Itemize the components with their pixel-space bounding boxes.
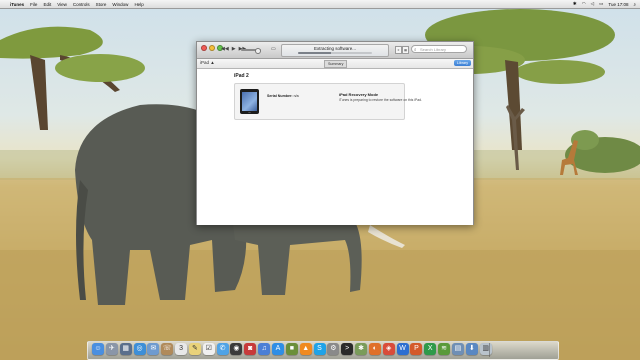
messages-icon[interactable]: ✆ <box>216 343 229 355</box>
notes-icon[interactable]: ✎ <box>188 343 201 355</box>
facetime-icon[interactable]: ◉ <box>230 343 243 355</box>
skype-icon[interactable]: S <box>313 343 326 355</box>
activity-monitor-icon[interactable]: ✱ <box>355 343 368 355</box>
menu-extras: ✱ ◠ ◁ ▭ Tue 17:08 ⌕ <box>568 1 640 7</box>
search-placeholder: Search Library <box>420 47 447 52</box>
system-preferences-icon[interactable]: ⚙ <box>327 343 340 355</box>
app-store-icon[interactable]: A <box>271 343 284 355</box>
menu-store[interactable]: Store <box>96 2 107 7</box>
menu-edit[interactable]: Edit <box>43 2 51 7</box>
volume-slider[interactable] <box>241 47 261 54</box>
menu-clock[interactable]: Tue 17:08 <box>608 2 628 7</box>
window-titlebar[interactable]: ◀◀ ▶ ▶▶ ▭ Extracting software... ≡ ▦ ⌕ S… <box>197 42 473 59</box>
mission-control-icon[interactable]: ▦ <box>119 343 132 355</box>
device-summary: iPad 2 Serial Number: n/a iPad Recovery … <box>197 69 473 225</box>
menu-controls[interactable]: Controls <box>73 2 90 7</box>
itunes-icon[interactable]: ♫ <box>258 343 271 355</box>
terminal-icon[interactable]: > <box>341 343 354 355</box>
view-list-icon[interactable]: ≡ <box>395 46 402 54</box>
reminders-icon[interactable]: ☑ <box>202 343 215 355</box>
device-button[interactable]: iPad ▲ <box>200 60 215 65</box>
wifi-icon[interactable]: ◠ <box>582 1 586 7</box>
device-tabs: Summary <box>324 60 348 68</box>
volume-icon[interactable]: ◁ <box>591 1 594 7</box>
view-grid-icon[interactable]: ▦ <box>402 46 409 54</box>
battery-icon[interactable]: ▭ <box>599 1 603 7</box>
itunes-window: ◀◀ ▶ ▶▶ ▭ Extracting software... ≡ ▦ ⌕ S… <box>196 41 474 225</box>
ipad-icon <box>240 89 259 114</box>
close-button[interactable] <box>201 45 207 51</box>
powerpoint-icon[interactable]: P <box>410 343 423 355</box>
downloads-icon[interactable]: ⬇ <box>465 343 478 355</box>
launchpad-icon[interactable]: ✈ <box>105 343 118 355</box>
airplay-icon[interactable]: ▭ <box>271 46 276 52</box>
spotify-icon[interactable]: ≋ <box>438 343 451 355</box>
device-toolbar: iPad ▲ Summary Library <box>197 59 473 69</box>
menu-file[interactable]: File <box>30 2 37 7</box>
dock-separator <box>489 343 490 357</box>
play-icon[interactable]: ▶ <box>232 46 236 52</box>
menu-help[interactable]: Help <box>134 2 143 7</box>
extract-progress-fill <box>298 52 332 54</box>
calendar-icon[interactable]: 3 <box>175 343 188 355</box>
firefox-icon[interactable]: ◐ <box>368 343 381 355</box>
photo-booth-icon[interactable]: ◙ <box>244 343 257 355</box>
device-info-panel: Serial Number: n/a iPad Recovery Mode iT… <box>234 83 422 120</box>
status-display: Extracting software... <box>281 44 389 57</box>
page-title: iPad 2 <box>234 73 249 79</box>
serial-label: Serial Number: <box>267 94 293 98</box>
dock: ☺ ✈ ▦ ◎ ✉ ☏ 3 ✎ ☑ ✆ ◉ ◙ ♫ A ■ ▲ S ⚙ > ✱ ◐ ◈ W P X ≋ ▤ ⬇ ▥ <box>87 341 559 360</box>
minecraft-icon[interactable]: ■ <box>285 343 298 355</box>
status-text: Extracting software... <box>313 46 357 51</box>
bluetooth-icon[interactable]: ✱ <box>573 1 577 7</box>
extract-progress-bar <box>298 52 372 54</box>
ipad-screen <box>242 92 257 111</box>
safari-icon[interactable]: ◎ <box>133 343 146 355</box>
library-button[interactable]: Library <box>454 60 471 66</box>
dock-icon-row: ☺ ✈ ▦ ◎ ✉ ☏ 3 ✎ ☑ ✆ ◉ ◙ ♫ A ■ ▲ S ⚙ > ✱ ◐ ◈ W P X ≋ ▤ ⬇ ▥ <box>92 343 493 355</box>
recovery-mode-description: iTunes is preparing to restore the softw… <box>339 98 422 102</box>
mail-icon[interactable]: ✉ <box>147 343 160 355</box>
serial-value: n/a <box>293 94 299 98</box>
volume-slider-knob[interactable] <box>255 47 261 54</box>
search-field[interactable]: ⌕ Search Library <box>411 45 467 53</box>
menu-itunes[interactable]: iTunes <box>10 2 24 7</box>
recovery-mode-title: iPad Recovery Mode <box>339 92 379 97</box>
view-buttons: ≡ ▦ <box>395 46 409 54</box>
tab-summary[interactable]: Summary <box>324 60 348 68</box>
serial-number: Serial Number: n/a <box>267 94 299 98</box>
spotlight-search-icon[interactable]: ⌕ <box>633 2 636 7</box>
ipad-home-button <box>248 112 251 113</box>
search-icon: ⌕ <box>414 47 417 52</box>
menu-window[interactable]: Window <box>112 2 128 7</box>
eject-icon[interactable]: ▲ <box>210 60 214 65</box>
previous-track-icon[interactable]: ◀◀ <box>221 46 229 52</box>
contacts-icon[interactable]: ☏ <box>161 343 174 355</box>
documents-icon[interactable]: ▤ <box>451 343 464 355</box>
excel-icon[interactable]: X <box>424 343 437 355</box>
vlc-icon[interactable]: ▲ <box>299 343 312 355</box>
flip-icon[interactable]: ◈ <box>382 343 395 355</box>
finder-icon[interactable]: ☺ <box>92 343 104 355</box>
word-icon[interactable]: W <box>396 343 409 355</box>
minimize-button[interactable] <box>209 45 215 51</box>
device-label: iPad <box>200 60 210 65</box>
menu-view[interactable]: View <box>57 2 67 7</box>
menu-bar: iTunes File Edit View Controls Store Win… <box>0 0 640 9</box>
